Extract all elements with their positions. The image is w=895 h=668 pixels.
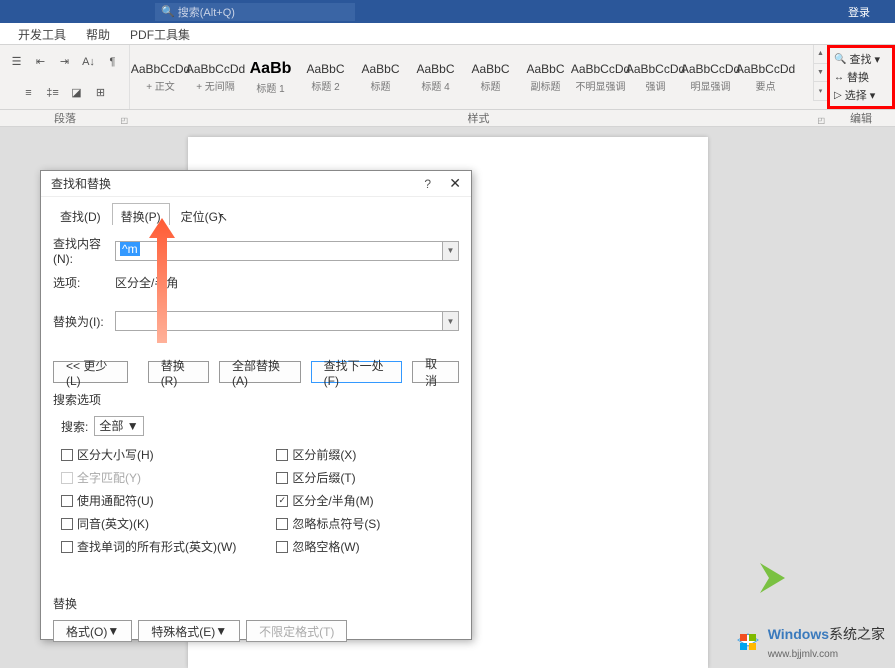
paragraph-group: ☰ ⇤ ⇥ A↓ ¶ ≡ ‡≡ ◪ ⊞: [0, 45, 130, 109]
chk-word-forms[interactable]: 查找单词的所有形式(英文)(W): [61, 538, 236, 555]
replace-button[interactable]: ↔替换: [834, 69, 888, 85]
chk-match-case[interactable]: 区分大小写(H): [61, 446, 236, 463]
search-options-title: 搜索选项: [53, 391, 459, 408]
no-format-button: 不限定格式(T): [246, 620, 347, 642]
chevron-down-icon: ▾: [874, 53, 880, 66]
style-normal[interactable]: AaBbCcDd+ 正文: [134, 49, 187, 105]
find-label: 查找内容(N):: [53, 235, 115, 266]
chk-ignore-space[interactable]: 忽略空格(W): [276, 538, 380, 555]
help-button[interactable]: ?: [424, 177, 431, 191]
editing-group: 🔍查找 ▾ ↔替换 ▷选择 ▾: [827, 45, 895, 109]
search-placeholder: 搜索(Alt+Q): [178, 4, 235, 20]
search-scope-label: 搜索:: [61, 418, 88, 435]
ribbon-tabs: 开发工具 帮助 PDF工具集: [0, 23, 895, 45]
style-heading4[interactable]: AaBbC标题 4: [409, 49, 462, 105]
chk-match-prefix[interactable]: 区分前缀(X): [276, 446, 380, 463]
paragraph-mark-icon[interactable]: ¶: [103, 53, 123, 71]
tab-find[interactable]: 查找(D): [51, 203, 110, 225]
replace-section-title: 替换: [53, 595, 459, 612]
style-nospacing[interactable]: AaBbCcDd+ 无间隔: [189, 49, 242, 105]
replace-all-button[interactable]: 全部替换(A): [219, 361, 301, 383]
checkbox-col-left: 区分大小写(H) 全字匹配(Y) 使用通配符(U) 同音(英文)(K) 查找单词…: [61, 446, 236, 555]
borders-icon[interactable]: ⊞: [91, 84, 111, 102]
style-subtle-emphasis[interactable]: AaBbCcDd不明显强调: [574, 49, 627, 105]
style-strong[interactable]: AaBbCcDd要点: [739, 49, 792, 105]
replace-input[interactable]: [115, 311, 443, 331]
tab-help[interactable]: 帮助: [76, 23, 120, 44]
title-bar: 🔍 搜索(Alt+Q) 登录: [0, 0, 895, 23]
special-format-button[interactable]: 特殊格式(E) ▼: [138, 620, 240, 642]
style-more-icon[interactable]: ▾: [814, 82, 827, 101]
dialog-launcher-icon[interactable]: ◰: [817, 116, 825, 125]
chk-match-suffix[interactable]: 区分后缀(T): [276, 469, 380, 486]
replace-one-button[interactable]: 替换(R): [148, 361, 209, 383]
dialog-body: 查找内容(N): ^m ▼ 选项: 区分全/半角 替换为(I): ▼ << 更少…: [41, 225, 471, 652]
tab-pdf[interactable]: PDF工具集: [120, 23, 200, 44]
search-icon: 🔍: [161, 5, 175, 18]
chk-sounds-like[interactable]: 同音(英文)(K): [61, 515, 236, 532]
indent-increase-icon[interactable]: ⇥: [55, 53, 75, 71]
style-scroll-down-icon[interactable]: ▼: [814, 64, 827, 83]
tab-goto[interactable]: 定位(G)↖: [172, 203, 237, 225]
select-button[interactable]: ▷选择 ▾: [834, 87, 888, 103]
find-next-button[interactable]: 查找下一处(F): [311, 361, 402, 383]
chk-ignore-punct[interactable]: 忽略标点符号(S): [276, 515, 380, 532]
style-title[interactable]: AaBbC标题: [354, 49, 407, 105]
find-icon: 🔍: [834, 54, 846, 65]
options-value: 区分全/半角: [115, 274, 178, 291]
style-scroll-up-icon[interactable]: ▲: [814, 45, 827, 64]
list-icon[interactable]: ☰: [7, 53, 27, 71]
find-button[interactable]: 🔍查找 ▾: [834, 51, 888, 67]
find-replace-dialog: 查找和替换 ? ✕ 查找(D) 替换(P) 定位(G)↖ 查找内容(N): ^m…: [40, 170, 472, 640]
line-spacing-icon[interactable]: ‡≡: [43, 84, 63, 102]
shading-icon[interactable]: ◪: [67, 84, 87, 102]
style-title2[interactable]: AaBbC标题: [464, 49, 517, 105]
search-scope-select[interactable]: 全部 ▼: [94, 416, 143, 436]
tab-developer[interactable]: 开发工具: [8, 23, 76, 44]
indent-decrease-icon[interactable]: ⇤: [31, 53, 51, 71]
chk-wildcards[interactable]: 使用通配符(U): [61, 492, 236, 509]
chk-whole-word: 全字匹配(Y): [61, 469, 236, 486]
find-input[interactable]: ^m: [115, 241, 443, 261]
replace-icon: ↔: [834, 72, 844, 83]
close-button[interactable]: ✕: [449, 175, 461, 192]
styles-gallery[interactable]: AaBbCcDd+ 正文 AaBbCcDd+ 无间隔 AaBb标题 1 AaBb…: [130, 45, 813, 109]
options-label: 选项:: [53, 274, 115, 291]
styles-label: 样式◰: [130, 110, 827, 126]
less-button[interactable]: << 更少(L): [53, 361, 128, 383]
chevron-down-icon: ▾: [870, 89, 876, 102]
find-history-dropdown[interactable]: ▼: [443, 241, 459, 261]
style-intense-emphasis[interactable]: AaBbCcDd明显强调: [684, 49, 737, 105]
style-emphasis[interactable]: AaBbCcDd强调: [629, 49, 682, 105]
cancel-button[interactable]: 取消: [412, 361, 459, 383]
dialog-title-bar[interactable]: 查找和替换 ? ✕: [41, 171, 471, 197]
select-icon: ▷: [834, 90, 842, 101]
style-heading1[interactable]: AaBb标题 1: [244, 49, 297, 105]
style-subtitle[interactable]: AaBbC副标题: [519, 49, 572, 105]
format-button[interactable]: 格式(O) ▼: [53, 620, 132, 642]
style-scroll: ▲ ▼ ▾: [813, 45, 827, 101]
group-labels: 段落◰ 样式◰ 编辑: [0, 110, 895, 127]
replace-history-dropdown[interactable]: ▼: [443, 311, 459, 331]
checkbox-col-right: 区分前缀(X) 区分后缀(T) 区分全/半角(M) 忽略标点符号(S) 忽略空格…: [276, 446, 380, 555]
chk-match-width[interactable]: 区分全/半角(M): [276, 492, 380, 509]
dialog-launcher-icon[interactable]: ◰: [120, 116, 128, 125]
align-icon[interactable]: ≡: [19, 84, 39, 102]
dialog-title: 查找和替换: [51, 175, 111, 192]
dialog-tabs: 查找(D) 替换(P) 定位(G)↖: [41, 197, 471, 225]
tab-replace[interactable]: 替换(P): [112, 203, 170, 225]
sort-icon[interactable]: A↓: [79, 53, 99, 71]
replace-label: 替换为(I):: [53, 313, 115, 330]
edit-label: 编辑: [827, 110, 895, 126]
login-button[interactable]: 登录: [848, 4, 870, 20]
search-input[interactable]: 🔍 搜索(Alt+Q): [155, 3, 355, 21]
ribbon: ☰ ⇤ ⇥ A↓ ¶ ≡ ‡≡ ◪ ⊞ AaBbCcDd+ 正文 AaBbCcD…: [0, 45, 895, 110]
style-heading2[interactable]: AaBbC标题 2: [299, 49, 352, 105]
paragraph-label: 段落◰: [0, 110, 130, 126]
cursor-icon: ↖: [218, 210, 228, 224]
